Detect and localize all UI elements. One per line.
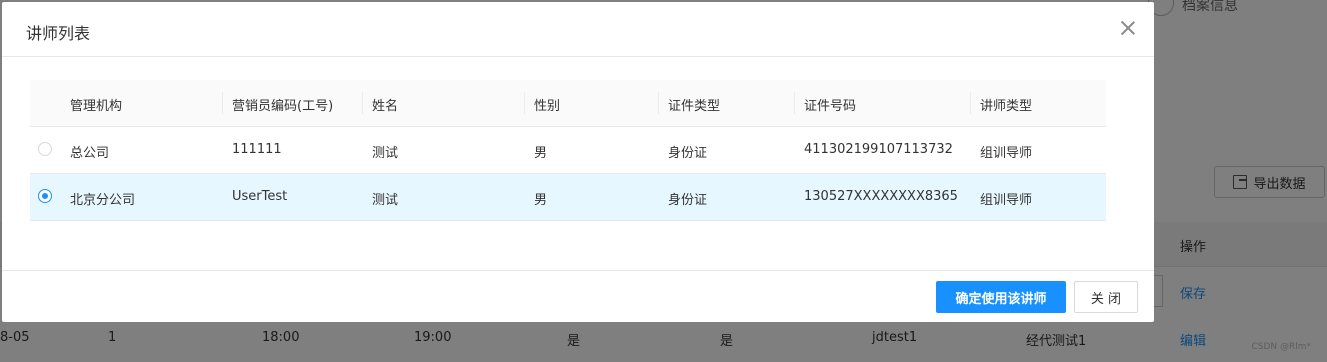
cell-name: 测试 xyxy=(372,146,399,161)
confirm-lecturer-button[interactable]: 确定使用该讲师 xyxy=(936,281,1066,313)
col-name: 姓名 xyxy=(372,99,399,114)
cell-type: 组训导师 xyxy=(980,146,1033,161)
column-divider xyxy=(794,92,795,114)
close-button[interactable]: 关 闭 xyxy=(1074,281,1138,313)
close-icon[interactable] xyxy=(1120,20,1136,36)
column-divider xyxy=(222,92,223,114)
row-radio[interactable] xyxy=(38,142,52,156)
cell-id-no: 130527XXXXXXXX8365 xyxy=(804,189,958,204)
cell-org: 总公司 xyxy=(70,146,110,161)
modal-header: 讲师列表 xyxy=(2,2,1154,57)
modal-footer: 确定使用该讲师 关 闭 xyxy=(2,270,1154,323)
col-code: 营销员编码(工号) xyxy=(232,99,334,114)
modal-title: 讲师列表 xyxy=(26,24,91,43)
cell-gender: 男 xyxy=(534,193,548,208)
cell-id-no: 411302199107113732 xyxy=(804,142,953,157)
col-org: 管理机构 xyxy=(70,99,123,114)
table-row[interactable]: 总公司 111111 测试 男 身份证 411302199107113732 组… xyxy=(30,127,1106,174)
row-radio[interactable] xyxy=(38,189,52,203)
cell-code: 111111 xyxy=(232,142,282,157)
column-divider xyxy=(970,92,971,114)
cell-id-type: 身份证 xyxy=(668,146,708,161)
column-divider xyxy=(524,92,525,114)
cell-name: 测试 xyxy=(372,193,399,208)
table-row[interactable]: 北京分公司 UserTest 测试 男 身份证 130527XXXXXXXX83… xyxy=(30,174,1106,221)
column-divider xyxy=(658,92,659,114)
col-gender: 性别 xyxy=(534,99,561,114)
cell-id-type: 身份证 xyxy=(668,193,708,208)
cell-code: UserTest xyxy=(232,189,288,204)
lecturer-list-modal: 讲师列表 管理机构 营销员编码(工号) 姓名 性别 证件类型 证件号码 讲师类型… xyxy=(2,2,1154,322)
lecturer-table: 管理机构 营销员编码(工号) 姓名 性别 证件类型 证件号码 讲师类型 总公司 … xyxy=(30,80,1106,221)
cell-org: 北京分公司 xyxy=(70,193,136,208)
col-type: 讲师类型 xyxy=(980,99,1033,114)
cell-type: 组训导师 xyxy=(980,193,1033,208)
cell-gender: 男 xyxy=(534,146,548,161)
column-divider xyxy=(362,92,363,114)
col-id-type: 证件类型 xyxy=(668,99,721,114)
table-header: 管理机构 营销员编码(工号) 姓名 性别 证件类型 证件号码 讲师类型 xyxy=(30,80,1106,127)
col-id-no: 证件号码 xyxy=(804,99,857,114)
